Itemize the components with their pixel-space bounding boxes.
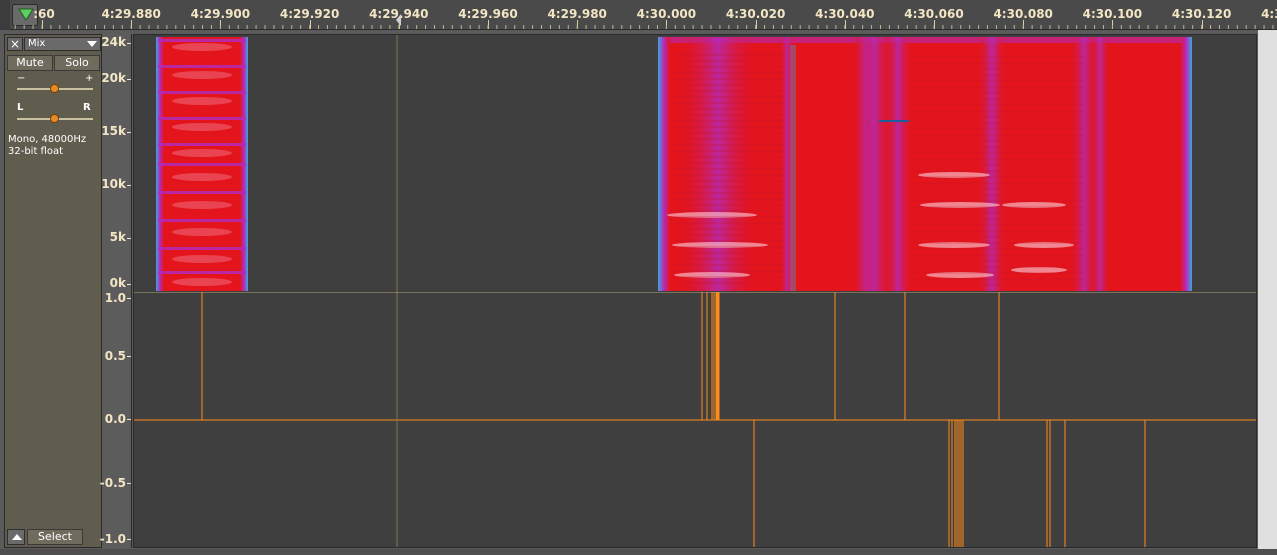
ruler-tick-label: 4:30.000 [636, 7, 697, 21]
track-name-label: Mix [28, 38, 46, 49]
triangle-down-icon [18, 8, 34, 21]
pan-slider-thumb[interactable] [50, 114, 59, 123]
ruler-tick-label: 4:29.880 [101, 7, 161, 21]
spectral-tone-line [879, 120, 909, 122]
frequency-tick-label: 20k [101, 71, 126, 85]
frequency-tick [127, 238, 131, 239]
amplitude-tick [127, 539, 131, 540]
collapse-track-button[interactable] [7, 529, 25, 545]
spectral-hotspot [172, 71, 232, 79]
select-track-button[interactable]: Select [27, 529, 83, 545]
amplitude-tick [127, 356, 131, 357]
spectral-hotspot [172, 228, 232, 236]
frequency-tick [127, 43, 131, 44]
chevron-up-icon [12, 534, 22, 540]
spectral-harmonic [158, 163, 246, 166]
mute-button[interactable]: Mute [7, 55, 53, 71]
track-name-menu[interactable]: Mix [24, 37, 101, 51]
ruler-tick-label: :60 [33, 7, 55, 21]
ruler-tick-label: 4:30.120 [1171, 7, 1232, 21]
spectral-block-2-edge [1180, 37, 1192, 291]
spectral-block-2-edge [658, 37, 670, 291]
frequency-tick-label: 10k [101, 177, 126, 191]
ruler-tick-label: 4:30.040 [815, 7, 875, 21]
spectral-harmonic [158, 143, 246, 146]
gain-minus-label: − [17, 73, 26, 84]
spectral-hotspot [172, 278, 232, 286]
ruler-minor-ticks [14, 25, 1274, 29]
track-format-info: Mono, 48000Hz [8, 134, 87, 145]
amplitude-tick-label: 0.5 [104, 349, 126, 363]
bottom-border [0, 549, 1277, 555]
amplitude-tick [127, 483, 131, 484]
spectral-harmonic [158, 271, 246, 274]
ruler-tick-label: 4:29.960 [458, 7, 518, 21]
vertical-ruler[interactable]: 24k 20k 15k 10k 5k 0k 1.0 0.5 0.0 -0.5 -1.0 [99, 34, 132, 548]
spectral-harmonic [158, 117, 246, 120]
ruler-tick-label: 4:30.100 [1082, 7, 1143, 21]
spectral-hotspot [172, 173, 232, 181]
spectral-harmonic [158, 91, 246, 94]
frequency-tick-label: 5k [109, 230, 126, 244]
ruler-tick-label: 4:30.140 [1261, 7, 1277, 21]
track-display-area[interactable] [133, 34, 1257, 548]
ruler-tick-label: 4:29.920 [279, 7, 340, 21]
ruler-tick-label: 4:30.080 [993, 7, 1053, 21]
amplitude-tick [127, 298, 131, 299]
spectral-harmonic [158, 247, 246, 250]
amplitude-tick-label: -0.5 [99, 476, 126, 490]
amplitude-tick [127, 419, 131, 420]
track-control-panel: × Mix Mute Solo − + L R Mono, 48000Hz 32… [4, 34, 102, 548]
spectral-hotspot [172, 255, 232, 263]
spectral-formant-band [883, 37, 913, 291]
spectral-hotspot [172, 123, 232, 131]
timeline-ruler[interactable]: :60 4:29.880 4:29.900 4:29.920 4:29.940 4:29.… [0, 0, 1277, 30]
spectral-hotspot [172, 97, 232, 105]
gain-slider-thumb[interactable] [50, 84, 59, 93]
spectral-hotspot [1011, 267, 1067, 273]
spectral-harmonic [158, 219, 246, 222]
ruler-tick-label: 4:30.060 [904, 7, 964, 21]
amplitude-tick-label: 1.0 [104, 291, 126, 305]
spectral-formant-band [1090, 37, 1110, 291]
spectral-notch [790, 45, 796, 291]
frequency-tick-label: 24k [101, 35, 126, 49]
spectral-hotspot [172, 201, 232, 209]
frequency-tick [127, 185, 131, 186]
amplitude-tick-label: -1.0 [99, 532, 126, 546]
pan-right-label: R [83, 102, 91, 113]
frequency-tick [127, 79, 131, 80]
pan-left-label: L [17, 102, 24, 113]
chevron-down-icon [87, 41, 97, 47]
track-sample-format-info: 32-bit float [8, 146, 64, 157]
solo-button[interactable]: Solo [54, 55, 100, 71]
audio-editor-window: :60 4:29.880 4:29.900 4:29.920 4:29.940 4:29.… [0, 0, 1277, 555]
ruler-tick-label: 4:29.980 [547, 7, 607, 21]
waveform-view[interactable] [134, 292, 1257, 548]
amplitude-tick-label: 0.0 [104, 412, 126, 426]
frequency-tick [127, 132, 131, 133]
spectral-harmonic [158, 39, 246, 42]
playhead-marker-icon[interactable] [396, 14, 401, 26]
spectral-hotspot [172, 43, 232, 51]
frequency-tick [127, 284, 131, 285]
ruler-tick-label: 4:29.900 [190, 7, 251, 21]
spectral-harmonic [158, 191, 246, 194]
close-track-button[interactable]: × [7, 37, 23, 51]
spectral-hotspot [172, 149, 232, 157]
gain-plus-label: + [85, 73, 94, 84]
spectral-harmonic [158, 65, 246, 68]
frequency-tick-label: 0k [109, 276, 126, 290]
ruler-tick-label: 4:30.020 [725, 7, 786, 21]
vertical-scrollbar[interactable] [1258, 30, 1277, 555]
frequency-tick-label: 15k [101, 124, 126, 138]
spectrogram-view[interactable] [134, 35, 1257, 292]
